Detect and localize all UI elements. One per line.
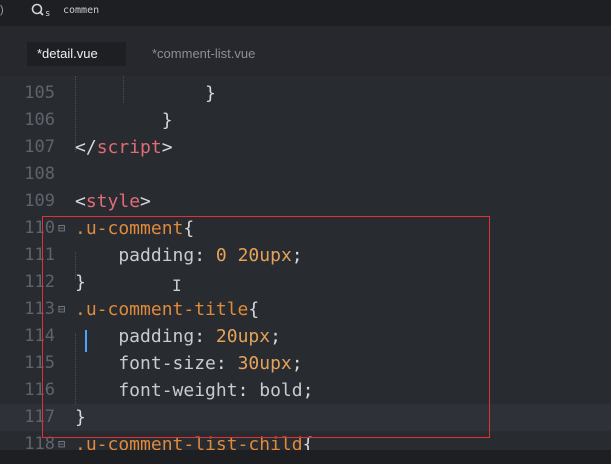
search-prefix: s [45, 9, 50, 19]
line-number: 109 [24, 191, 55, 211]
line-number: 106 [24, 110, 55, 130]
code-token: } [75, 83, 216, 104]
tab-comment-list-vue[interactable]: *comment-list.vue [152, 42, 255, 66]
tab-detail-vue[interactable]: *detail.vue [27, 42, 126, 66]
code-token: > [140, 191, 151, 212]
search-icon-graphic: s [31, 3, 50, 19]
code-token: style [85, 191, 141, 212]
editor-tab-bar: *detail.vue *comment-list.vue [0, 26, 611, 76]
code-token: script [96, 137, 162, 158]
code-line[interactable]: 106 } [0, 107, 611, 134]
red-highlight-annotation [42, 216, 490, 438]
code-token: </ [75, 137, 97, 158]
code-text: } [75, 107, 173, 134]
code-line[interactable]: 107 </script> [0, 134, 611, 161]
code-token: < [75, 191, 86, 212]
bottom-status-bar [0, 450, 611, 464]
fold-toggle-icon[interactable]: ⊟ [58, 437, 65, 450]
code-line[interactable]: 108 [0, 161, 611, 188]
line-number: 107 [24, 137, 55, 157]
code-line[interactable]: 105 } [0, 80, 611, 107]
code-token: > [161, 137, 173, 158]
code-token: } [75, 110, 173, 131]
code-text: <style> [75, 188, 151, 215]
panel-edge-glyph: ) [0, 4, 4, 16]
search-input[interactable]: commen [63, 5, 99, 16]
line-number: 105 [24, 83, 55, 103]
code-text: } [75, 80, 216, 107]
code-text: </script> [75, 134, 173, 161]
search-icon[interactable]: s [30, 2, 52, 20]
top-search-bar: ) s commen [0, 0, 611, 26]
line-number: 108 [24, 164, 55, 184]
code-line[interactable]: 109 <style> [0, 188, 611, 215]
